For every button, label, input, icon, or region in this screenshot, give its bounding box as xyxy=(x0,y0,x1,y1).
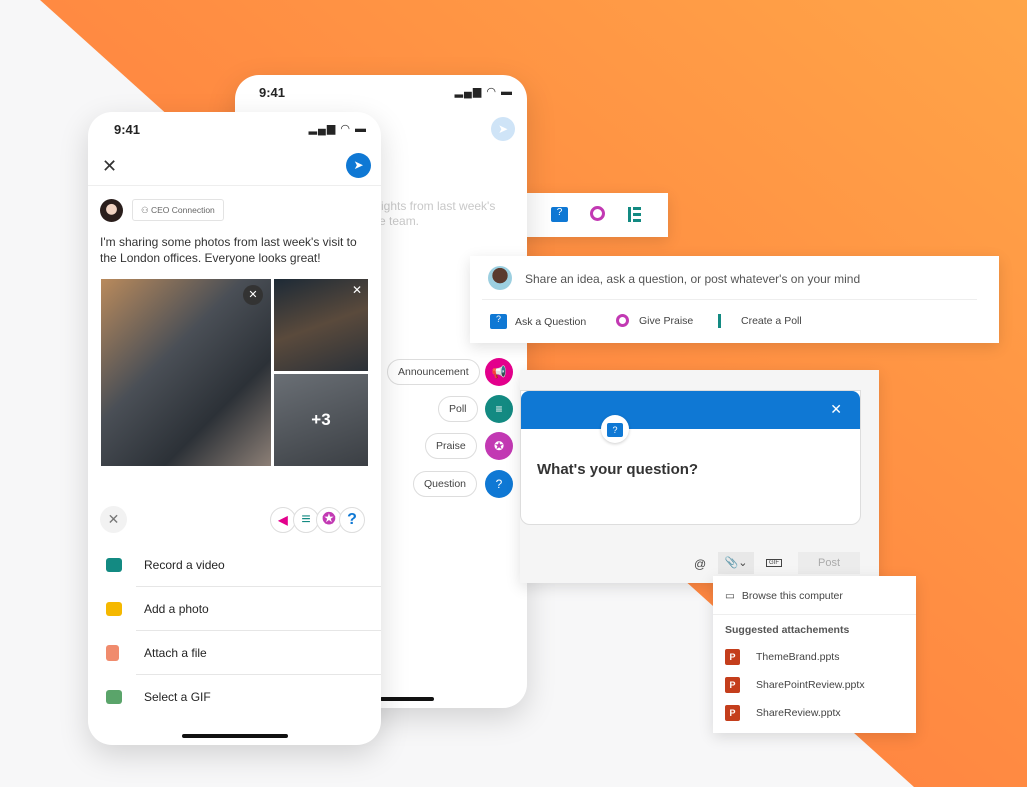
attach-file-action[interactable]: Attach a file xyxy=(88,631,381,675)
status-icons: ▂▄▆ ◠ ▬ xyxy=(308,123,367,135)
file-item[interactable]: P ShareReview.pptx xyxy=(725,705,841,721)
question-icon[interactable]: ? xyxy=(551,207,568,222)
create-poll-button[interactable]: Create a Poll xyxy=(718,314,802,328)
composer-card: Share an idea, ask a question, or post w… xyxy=(470,256,999,343)
home-indicator xyxy=(182,734,288,738)
question-panel: ✕ ? What's your question? @ 📎⌄ GIF Post xyxy=(520,370,879,583)
laptop-icon: ▭ xyxy=(725,590,735,602)
front-phone: 9:41 ▂▄▆ ◠ ▬ ✕ ➤ ⚇ CEO Connection I'm sh… xyxy=(88,112,381,745)
avatar xyxy=(100,199,123,222)
file-item[interactable]: P SharePointReview.pptx xyxy=(725,677,865,693)
record-video-action[interactable]: Record a video xyxy=(88,543,381,587)
remove-photo-icon: ✕ xyxy=(243,285,263,305)
status-icons: ▂▄▆ ◠ ▬ xyxy=(454,86,513,98)
post-text[interactable]: I'm sharing some photos from last week's… xyxy=(100,234,365,266)
gif-button[interactable]: GIF xyxy=(766,559,782,567)
poll-icon[interactable]: ≡ xyxy=(485,395,513,423)
divider xyxy=(482,299,977,300)
question-icon[interactable]: ? xyxy=(339,507,365,533)
attach-dropdown-button[interactable]: 📎⌄ xyxy=(718,552,754,574)
powerpoint-icon: P xyxy=(725,705,740,721)
question-icon[interactable]: ? xyxy=(485,470,513,498)
avatar xyxy=(488,266,512,290)
megaphone-icon[interactable]: 📢 xyxy=(485,358,513,386)
fab-option-question[interactable]: Question xyxy=(413,471,478,497)
close-button[interactable]: ✕ xyxy=(102,156,117,177)
fab-option-announcement[interactable]: Announcement xyxy=(387,359,480,385)
file-item[interactable]: P ThemeBrand.ppts xyxy=(725,649,839,665)
mention-button[interactable]: @ xyxy=(694,557,706,571)
home-indicator xyxy=(380,697,434,701)
collapse-button[interactable]: ✕ xyxy=(100,506,127,533)
camera-icon xyxy=(106,602,122,616)
browse-computer-item[interactable]: ▭ Browse this computer xyxy=(725,590,843,602)
add-photo-action[interactable]: Add a photo xyxy=(88,587,381,631)
poll-icon[interactable] xyxy=(628,207,642,222)
fab-option-poll[interactable]: Poll xyxy=(438,396,478,422)
powerpoint-icon: P xyxy=(725,649,740,665)
gif-icon xyxy=(106,690,122,704)
composer-input[interactable]: Share an idea, ask a question, or post w… xyxy=(525,272,860,286)
photo-main[interactable]: ✕ xyxy=(101,279,271,466)
status-time: 9:41 xyxy=(114,122,141,137)
question-title[interactable]: What's your question? xyxy=(537,461,698,478)
send-button[interactable]: ➤ xyxy=(346,153,371,178)
faded-post-text: sights from last week's e team. xyxy=(375,199,496,228)
status-time: 9:41 xyxy=(259,85,286,100)
more-photos-tile[interactable]: +3 xyxy=(274,374,368,466)
attach-menu: ▭ Browse this computer Suggested attachem… xyxy=(713,576,916,733)
give-praise-button[interactable]: Give Praise xyxy=(616,314,693,327)
powerpoint-icon: P xyxy=(725,677,740,693)
send-button[interactable]: ➤ xyxy=(491,117,515,141)
close-icon[interactable]: ✕ xyxy=(830,401,842,418)
select-gif-action[interactable]: Select a GIF xyxy=(88,675,381,719)
video-icon xyxy=(106,558,122,572)
praise-badge-icon[interactable] xyxy=(590,206,605,221)
file-icon xyxy=(106,645,119,661)
post-button[interactable]: Post xyxy=(798,552,860,574)
suggested-header: Suggested attachements xyxy=(725,624,850,636)
poll-icon xyxy=(718,314,731,328)
post-type-icons: ◀ ≡ ✪ ? xyxy=(270,507,365,533)
praise-badge-icon xyxy=(616,314,629,327)
photo-2[interactable]: ✕ xyxy=(274,279,368,371)
question-icon: ? xyxy=(607,423,623,437)
icon-toolbar-card: ? xyxy=(515,193,668,237)
ask-question-button[interactable]: ? Ask a Question xyxy=(490,314,586,329)
remove-photo-icon: ✕ xyxy=(351,283,362,297)
community-tag[interactable]: ⚇ CEO Connection xyxy=(132,199,224,221)
question-dialog: ✕ ? What's your question? xyxy=(520,390,861,525)
fab-option-praise[interactable]: Praise xyxy=(425,433,477,459)
praise-badge-icon[interactable]: ✪ xyxy=(485,432,513,460)
